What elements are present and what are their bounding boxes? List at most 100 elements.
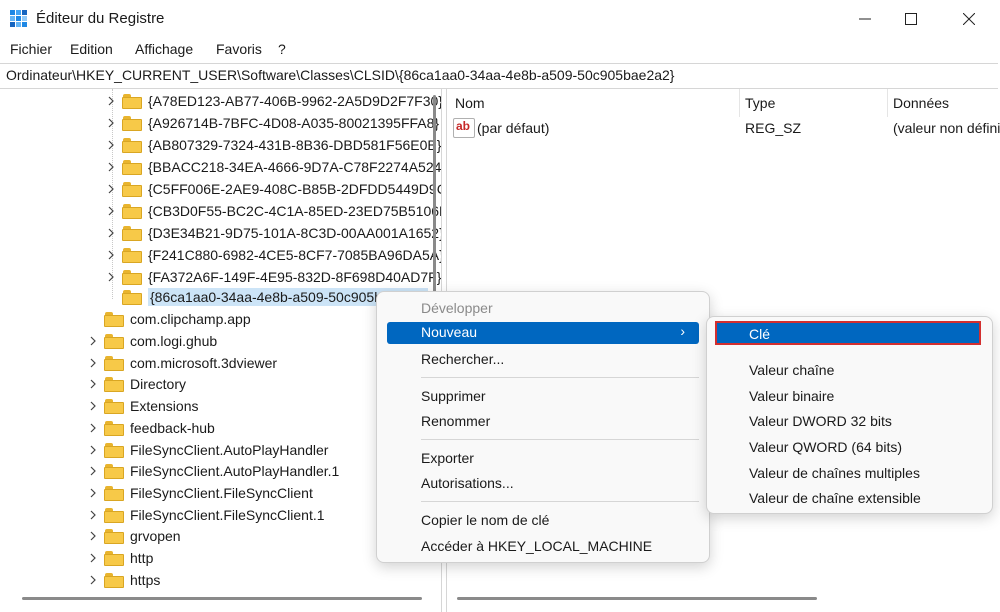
tree-item[interactable]: {C5FF006E-2AE9-408C-B85B-2DFDD5449D9C} — [106, 179, 442, 199]
tree-item[interactable]: {A926714B-7BFC-4D08-A035-80021395FFA8} — [106, 113, 439, 133]
chevron-right-icon[interactable] — [106, 140, 116, 150]
chevron-right-icon[interactable] — [88, 466, 98, 476]
tree-item[interactable]: FileSyncClient.AutoPlayHandler.1 — [88, 461, 339, 481]
tree-item[interactable]: grvopen — [88, 526, 181, 546]
chevron-right-icon[interactable] — [106, 272, 116, 282]
tree-item[interactable]: {BBACC218-34EA-4666-9D7A-C78F2274A524} — [106, 157, 441, 177]
folder-icon — [104, 355, 124, 371]
chevron-right-icon[interactable] — [106, 118, 116, 128]
tree-item[interactable]: FileSyncClient.AutoPlayHandler — [88, 440, 328, 460]
tree-item-label: Directory — [130, 376, 187, 392]
submenu-item-dword-value[interactable]: Valeur DWORD 32 bits — [749, 413, 892, 429]
chevron-right-icon[interactable] — [106, 250, 116, 260]
menu-item-find[interactable]: Rechercher... — [421, 351, 504, 367]
minimize-button[interactable] — [840, 0, 890, 38]
menu-item-expand[interactable]: Développer — [421, 300, 493, 316]
tree-item-label: {A78ED123-AB77-406B-9962-2A5D9D2F7F30} — [148, 93, 442, 109]
menu-favoris[interactable]: Favoris — [216, 41, 262, 57]
values-horizontal-scrollbar[interactable] — [457, 597, 817, 600]
folder-icon — [104, 398, 124, 414]
menu-item-rename[interactable]: Renommer — [421, 413, 490, 429]
chevron-right-icon[interactable] — [106, 206, 116, 216]
submenu-item-qword-value[interactable]: Valeur QWORD (64 bits) — [749, 439, 902, 455]
chevron-right-icon[interactable] — [88, 445, 98, 455]
menu-affichage[interactable]: Affichage — [135, 41, 193, 57]
folder-icon — [122, 269, 142, 285]
column-divider[interactable] — [887, 89, 888, 117]
column-divider[interactable] — [739, 89, 740, 117]
tree-item[interactable]: {FA372A6F-149F-4E95-832D-8F698D40AD7F} — [106, 267, 441, 287]
chevron-right-icon: › — [680, 323, 685, 339]
folder-icon — [122, 247, 142, 263]
value-name[interactable]: (par défaut) — [477, 120, 549, 136]
tree-item[interactable]: https — [88, 570, 160, 590]
chevron-right-icon[interactable] — [88, 531, 98, 541]
tree-item[interactable]: {A78ED123-AB77-406B-9962-2A5D9D2F7F30} — [106, 91, 442, 111]
folder-icon — [104, 420, 124, 436]
chevron-right-icon[interactable] — [88, 401, 98, 411]
submenu-item-key[interactable]: Clé — [715, 321, 981, 345]
submenu-item-string-value[interactable]: Valeur chaîne — [749, 362, 834, 378]
chevron-right-icon[interactable] — [88, 510, 98, 520]
window-title: Éditeur du Registre — [36, 10, 165, 27]
close-button[interactable] — [944, 0, 994, 38]
menu-help[interactable]: ? — [278, 41, 286, 57]
menu-edition[interactable]: Edition — [70, 41, 113, 57]
submenu-item-multi-string-value[interactable]: Valeur de chaînes multiples — [749, 465, 920, 481]
chevron-right-icon[interactable] — [88, 358, 98, 368]
tree-item[interactable]: {F241C880-6982-4CE5-8CF7-7085BA96DA5A} — [106, 245, 441, 265]
menu-item-export[interactable]: Exporter — [421, 450, 474, 466]
chevron-right-icon[interactable] — [88, 379, 98, 389]
tree-item[interactable]: com.microsoft.3dviewer — [88, 353, 277, 373]
tree-item[interactable]: com.logi.ghub — [88, 331, 217, 351]
tree-horizontal-scrollbar[interactable] — [22, 597, 422, 600]
tree-item[interactable]: Extensions — [88, 396, 198, 416]
chevron-right-icon[interactable] — [88, 336, 98, 346]
maximize-button[interactable] — [886, 0, 936, 38]
column-header-name[interactable]: Nom — [455, 95, 485, 111]
tree-item-label: feedback-hub — [130, 420, 215, 436]
tree-item[interactable]: feedback-hub — [88, 418, 215, 438]
folder-icon — [104, 572, 124, 588]
tree-item[interactable]: http — [88, 548, 153, 568]
tree-item[interactable]: {CB3D0F55-BC2C-4C1A-85ED-23ED75B5106B} — [106, 201, 442, 221]
chevron-right-icon[interactable] — [88, 553, 98, 563]
menu-item-copy-key-name[interactable]: Copier le nom de clé — [421, 512, 549, 528]
tree-item[interactable]: {D3E34B21-9D75-101A-8C3D-00AA001A1652} — [106, 223, 441, 243]
column-header-type[interactable]: Type — [745, 95, 775, 111]
submenu-item-expandable-string-value[interactable]: Valeur de chaîne extensible — [749, 490, 921, 506]
menu-item-new[interactable]: Nouveau › — [387, 322, 699, 344]
chevron-right-icon[interactable] — [106, 228, 116, 238]
submenu-item-key-label: Clé — [749, 326, 771, 342]
chevron-right-icon[interactable] — [106, 96, 116, 106]
chevron-right-icon[interactable] — [106, 162, 116, 172]
chevron-right-icon[interactable] — [88, 488, 98, 498]
tree-item-label: {CB3D0F55-BC2C-4C1A-85ED-23ED75B5106B} — [148, 203, 442, 219]
address-path[interactable]: Ordinateur\HKEY_CURRENT_USER\Software\Cl… — [6, 67, 675, 83]
chevron-right-icon[interactable] — [88, 575, 98, 585]
tree-item[interactable]: FileSyncClient.FileSyncClient.1 — [88, 505, 325, 525]
menu-item-goto-hklm[interactable]: Accéder à HKEY_LOCAL_MACHINE — [421, 538, 652, 554]
value-data[interactable]: (valeur non définie) — [893, 120, 1000, 136]
menu-item-permissions[interactable]: Autorisations... — [421, 475, 514, 491]
tree-item[interactable]: {AB807329-7324-431B-8B36-DBD581F56E0B} — [106, 135, 441, 155]
folder-icon — [104, 376, 124, 392]
tree-item-label: grvopen — [130, 528, 181, 544]
menu-item-delete[interactable]: Supprimer — [421, 388, 486, 404]
column-header-data[interactable]: Données — [893, 95, 949, 111]
folder-icon — [122, 203, 142, 219]
tree-item-label: {FA372A6F-149F-4E95-832D-8F698D40AD7F} — [148, 269, 442, 285]
chevron-right-icon[interactable] — [88, 423, 98, 433]
tree-item-label: {C5FF006E-2AE9-408C-B85B-2DFDD5449D9C} — [148, 181, 442, 197]
submenu-item-binary-value[interactable]: Valeur binaire — [749, 388, 834, 404]
menu-fichier[interactable]: Fichier — [10, 41, 52, 57]
value-type[interactable]: REG_SZ — [745, 120, 801, 136]
tree-item[interactable]: com.clipchamp.app — [88, 309, 251, 329]
minimize-icon — [859, 18, 871, 20]
tree-item-label: FileSyncClient.FileSyncClient — [130, 485, 313, 501]
tree-item[interactable]: Directory — [88, 374, 186, 394]
context-menu: Développer Nouveau › Rechercher... Suppr… — [376, 291, 710, 563]
chevron-right-icon[interactable] — [106, 184, 116, 194]
folder-icon — [104, 442, 124, 458]
tree-item[interactable]: FileSyncClient.FileSyncClient — [88, 483, 313, 503]
